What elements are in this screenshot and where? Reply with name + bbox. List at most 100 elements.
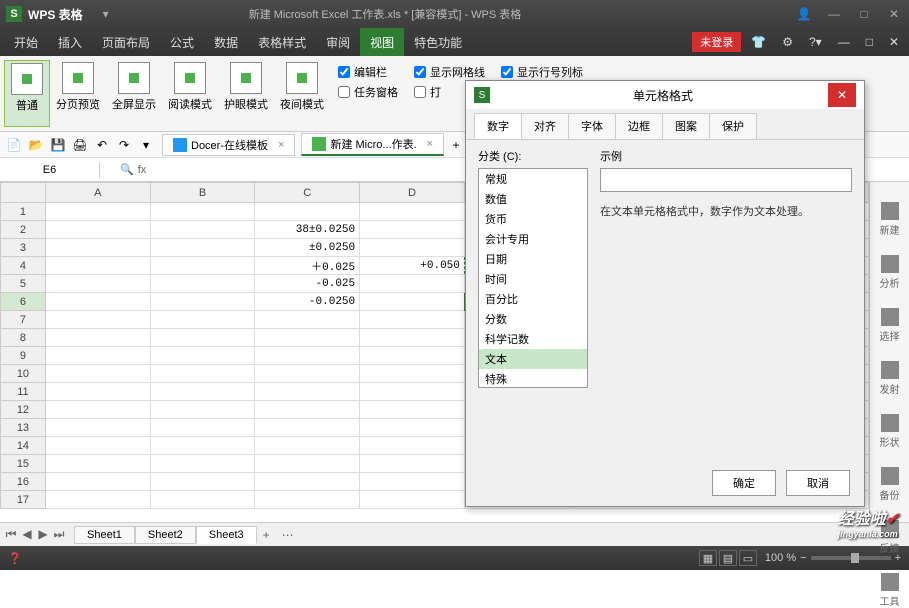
- cell[interactable]: [45, 347, 150, 365]
- row-header[interactable]: 3: [1, 239, 46, 257]
- ribbon-button[interactable]: 夜间模式: [274, 60, 330, 127]
- cell[interactable]: [255, 383, 360, 401]
- cell[interactable]: [255, 491, 360, 509]
- category-option[interactable]: 百分比: [479, 289, 587, 309]
- cell[interactable]: [360, 347, 465, 365]
- cell[interactable]: [45, 293, 150, 311]
- ribbon-button[interactable]: 分页预览: [50, 60, 106, 127]
- cell[interactable]: -0.025: [255, 275, 360, 293]
- category-option[interactable]: 时间: [479, 269, 587, 289]
- cell[interactable]: [45, 383, 150, 401]
- cell[interactable]: [360, 401, 465, 419]
- sheet-menu-icon[interactable]: ⋯: [276, 528, 300, 542]
- page-view-icon[interactable]: ▤: [719, 550, 737, 566]
- cell[interactable]: [255, 473, 360, 491]
- category-option[interactable]: 数值: [479, 189, 587, 209]
- cell[interactable]: [150, 257, 255, 275]
- cell[interactable]: [150, 419, 255, 437]
- cell[interactable]: [45, 491, 150, 509]
- row-header[interactable]: 6: [1, 293, 46, 311]
- cell[interactable]: [45, 473, 150, 491]
- zoom-out-icon[interactable]: −: [800, 552, 806, 564]
- ribbon-button[interactable]: 普通: [4, 60, 50, 127]
- cell[interactable]: [360, 383, 465, 401]
- cell[interactable]: [255, 347, 360, 365]
- cell[interactable]: [255, 365, 360, 383]
- dialog-tab[interactable]: 图案: [662, 113, 710, 139]
- row-header[interactable]: 17: [1, 491, 46, 509]
- row-header[interactable]: 4: [1, 257, 46, 275]
- select-all[interactable]: [1, 183, 46, 203]
- dialog-tab[interactable]: 字体: [568, 113, 616, 139]
- menu-item[interactable]: 插入: [48, 28, 92, 56]
- ribbon-max-icon[interactable]: □: [860, 35, 879, 49]
- fx-label[interactable]: fx: [138, 164, 147, 176]
- row-header[interactable]: 7: [1, 311, 46, 329]
- checkbox[interactable]: [338, 86, 350, 98]
- print-icon[interactable]: 🖨: [70, 135, 90, 155]
- dialog-close-icon[interactable]: ✕: [828, 83, 856, 107]
- ribbon-checkbox[interactable]: 显示行号列标: [501, 64, 583, 80]
- ribbon-button[interactable]: 全屏显示: [106, 60, 162, 127]
- column-header[interactable]: A: [45, 183, 150, 203]
- ribbon-close-icon[interactable]: ✕: [883, 35, 905, 49]
- cell[interactable]: [45, 203, 150, 221]
- undo-icon[interactable]: ↶: [92, 135, 112, 155]
- cell[interactable]: [360, 293, 465, 311]
- menu-item[interactable]: 表格样式: [248, 28, 316, 56]
- add-tab-icon[interactable]: +: [446, 135, 466, 155]
- cell[interactable]: [360, 329, 465, 347]
- skin-icon[interactable]: 👕: [745, 35, 772, 49]
- normal-view-icon[interactable]: ▦: [699, 550, 717, 566]
- checkbox[interactable]: [338, 66, 350, 78]
- cell[interactable]: [45, 401, 150, 419]
- cell[interactable]: [150, 365, 255, 383]
- menu-item[interactable]: 开始: [4, 28, 48, 56]
- column-header[interactable]: C: [255, 183, 360, 203]
- column-header[interactable]: D: [360, 183, 465, 203]
- category-option[interactable]: 科学记数: [479, 329, 587, 349]
- cell[interactable]: [45, 365, 150, 383]
- name-box[interactable]: E6: [0, 162, 100, 178]
- cell[interactable]: [360, 365, 465, 383]
- first-sheet-icon[interactable]: ⏮: [4, 527, 18, 542]
- close-icon[interactable]: ✕: [879, 0, 909, 28]
- panel-item[interactable]: 形状: [880, 414, 900, 449]
- cell[interactable]: [150, 383, 255, 401]
- row-header[interactable]: 2: [1, 221, 46, 239]
- prev-sheet-icon[interactable]: ◀: [20, 527, 34, 542]
- cell[interactable]: [360, 437, 465, 455]
- panel-item[interactable]: 选择: [880, 308, 900, 343]
- ribbon-checkbox[interactable]: 编辑栏: [338, 64, 398, 80]
- cell[interactable]: -0.0250: [255, 293, 360, 311]
- help-dropdown-icon[interactable]: ?▾: [803, 35, 828, 49]
- row-header[interactable]: 5: [1, 275, 46, 293]
- category-listbox[interactable]: 常规数值货币会计专用日期时间百分比分数科学记数文本特殊自定义: [478, 168, 588, 388]
- cell[interactable]: [150, 401, 255, 419]
- cell[interactable]: [360, 473, 465, 491]
- cell[interactable]: [150, 239, 255, 257]
- row-header[interactable]: 14: [1, 437, 46, 455]
- category-option[interactable]: 特殊: [479, 369, 587, 388]
- user-icon[interactable]: 👤: [789, 0, 819, 28]
- panel-item[interactable]: 新建: [880, 202, 900, 237]
- cell[interactable]: [255, 203, 360, 221]
- cell[interactable]: [360, 311, 465, 329]
- cell[interactable]: [150, 329, 255, 347]
- save-icon[interactable]: 💾: [48, 135, 68, 155]
- cell[interactable]: [360, 419, 465, 437]
- cancel-button[interactable]: 取消: [786, 470, 850, 496]
- cell[interactable]: ±0.0250: [255, 239, 360, 257]
- cell[interactable]: +0.050: [360, 257, 465, 275]
- row-header[interactable]: 1: [1, 203, 46, 221]
- new-icon[interactable]: 📄: [4, 135, 24, 155]
- cell[interactable]: [255, 455, 360, 473]
- dialog-tab[interactable]: 对齐: [521, 113, 569, 139]
- dialog-tab[interactable]: 保护: [709, 113, 757, 139]
- category-option[interactable]: 会计专用: [479, 229, 587, 249]
- panel-item[interactable]: 工具: [880, 573, 900, 608]
- panel-item[interactable]: 备份: [880, 467, 900, 502]
- cell[interactable]: [45, 275, 150, 293]
- row-header[interactable]: 13: [1, 419, 46, 437]
- docer-tab[interactable]: Docer-在线模板 ×: [162, 134, 295, 156]
